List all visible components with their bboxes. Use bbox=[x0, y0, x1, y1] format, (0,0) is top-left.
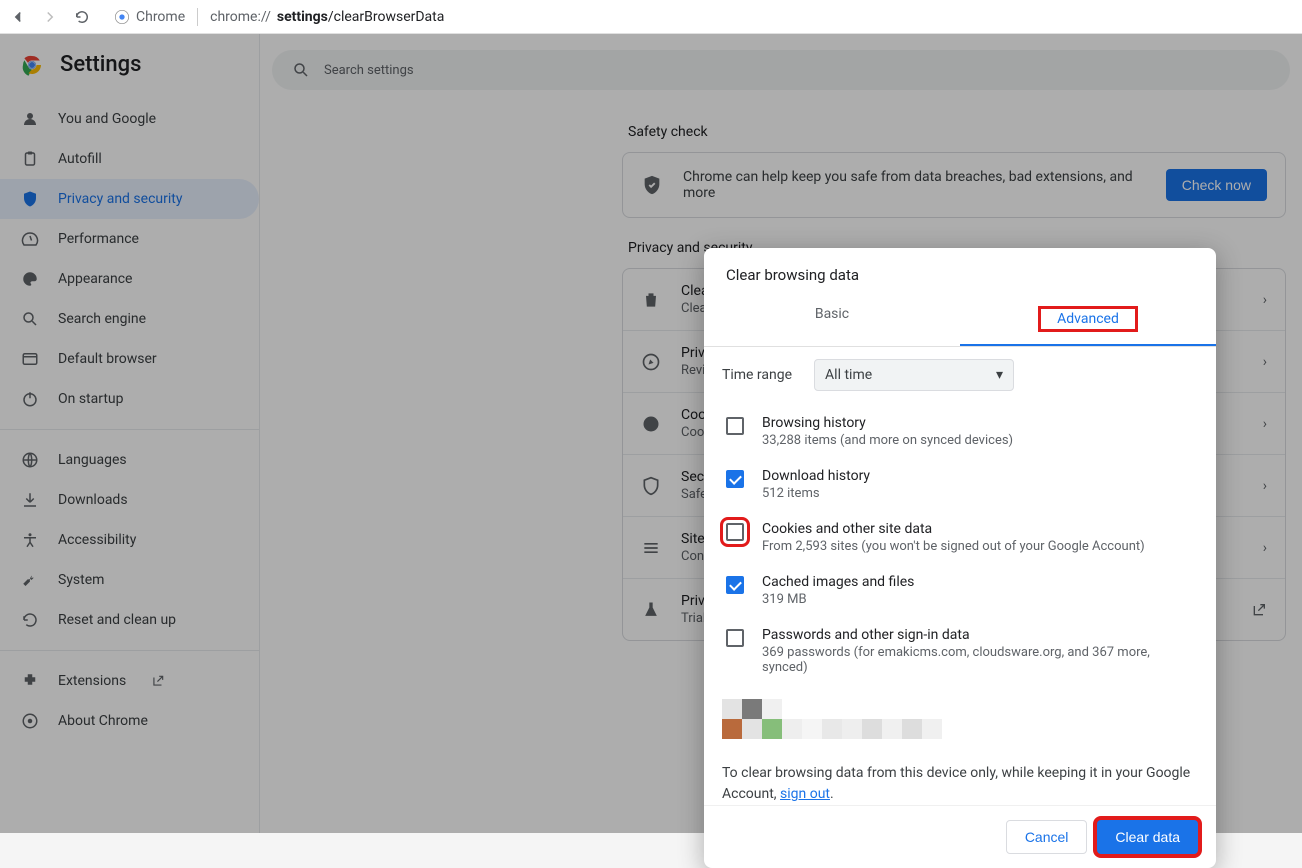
sign-out-link[interactable]: sign out bbox=[780, 786, 830, 802]
option-cookies[interactable]: Cookies and other site dataFrom 2,593 si… bbox=[722, 511, 1198, 564]
divider bbox=[197, 8, 198, 26]
browser-toolbar: Chrome chrome:// settings/clearBrowserDat… bbox=[0, 0, 1302, 34]
checkbox-cookies[interactable] bbox=[726, 523, 744, 541]
time-range-row: Time range All time ▾ bbox=[722, 359, 1198, 391]
time-range-value: All time bbox=[825, 367, 872, 383]
tab-advanced-highlight: Advanced bbox=[1038, 306, 1138, 332]
dialog-title: Clear browsing data bbox=[704, 248, 1216, 294]
checkbox-passwords[interactable] bbox=[726, 629, 744, 647]
omnibox-url-prefix: chrome:// bbox=[210, 9, 271, 25]
dialog-body[interactable]: Time range All time ▾ Browsing history33… bbox=[704, 347, 1216, 805]
tab-advanced[interactable]: Advanced bbox=[960, 294, 1216, 346]
checkbox-cached[interactable] bbox=[726, 576, 744, 594]
checkbox-download-history[interactable] bbox=[726, 470, 744, 488]
tab-basic[interactable]: Basic bbox=[704, 294, 960, 346]
dialog-tabs: Basic Advanced bbox=[704, 294, 1216, 347]
clear-browsing-data-dialog: Clear browsing data Basic Advanced Time … bbox=[704, 248, 1216, 868]
omnibox-url-bold: settings bbox=[277, 9, 328, 25]
option-download-history[interactable]: Download history512 items bbox=[722, 458, 1198, 511]
checkbox-browsing-history[interactable] bbox=[726, 417, 744, 435]
blurred-avatar-pixels bbox=[722, 699, 1198, 739]
option-passwords[interactable]: Passwords and other sign-in data369 pass… bbox=[722, 617, 1198, 685]
dialog-actions: Cancel Clear data bbox=[704, 805, 1216, 868]
time-range-select[interactable]: All time ▾ bbox=[814, 359, 1014, 391]
signout-note: To clear browsing data from this device … bbox=[722, 757, 1198, 805]
option-browsing-history[interactable]: Browsing history33,288 items (and more o… bbox=[722, 405, 1198, 458]
back-button[interactable] bbox=[8, 7, 28, 27]
time-range-label: Time range bbox=[722, 367, 792, 383]
chrome-icon bbox=[114, 9, 130, 25]
address-bar[interactable]: Chrome chrome:// settings/clearBrowserDat… bbox=[114, 8, 444, 26]
omnibox-url-rest: /clearBrowserData bbox=[328, 9, 445, 25]
caret-down-icon: ▾ bbox=[996, 367, 1003, 383]
forward-button[interactable] bbox=[40, 7, 60, 27]
option-cached[interactable]: Cached images and files319 MB bbox=[722, 564, 1198, 617]
omnibox-product: Chrome bbox=[136, 9, 185, 25]
cancel-button[interactable]: Cancel bbox=[1006, 820, 1088, 854]
clear-data-button[interactable]: Clear data bbox=[1097, 820, 1198, 854]
reload-button[interactable] bbox=[72, 7, 92, 27]
